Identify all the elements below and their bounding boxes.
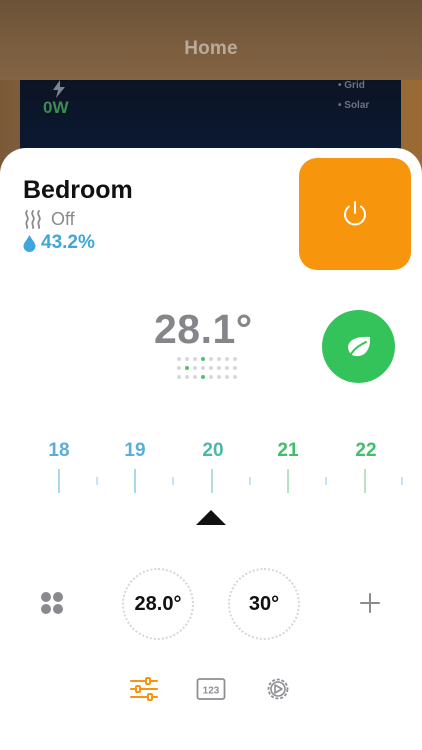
current-temperature: 28.1°: [154, 306, 253, 352]
setpoint-high-button[interactable]: 30°: [228, 568, 300, 640]
scale-pointer[interactable]: [196, 510, 226, 525]
background-title: Home: [184, 38, 238, 59]
tab-controls[interactable]: [129, 675, 159, 703]
legend-item-solar: • Solar: [338, 100, 370, 111]
humidity-readout: 43.2%: [23, 232, 95, 254]
tab-settings[interactable]: [263, 675, 293, 703]
settings-gear-icon: [267, 678, 289, 700]
legend-item-grid: • Grid: [338, 80, 365, 91]
hvac-mode-label: Off: [51, 208, 75, 229]
climate-sheet: Bedroom Off 43.2% 28.1° 18 19 20 21 22 2…: [0, 148, 422, 750]
power-button[interactable]: [299, 158, 411, 270]
scale-tick: [211, 469, 213, 493]
power-icon: [344, 201, 366, 226]
scale-tick: [287, 469, 289, 493]
scale-label-19: 19: [124, 440, 146, 461]
tab-numeric[interactable]: 123: [196, 675, 226, 703]
bolt-icon: [53, 80, 65, 98]
scale-tick: [401, 477, 403, 485]
scale-tick: [325, 477, 327, 485]
hvac-mode: Off: [23, 208, 75, 230]
scale-tick: [172, 477, 174, 485]
setpoint-low-button[interactable]: 28.0°: [122, 568, 194, 640]
scale-label-20: 20: [202, 440, 224, 461]
energy-legend: • Grid • Solar: [338, 80, 369, 120]
heat-waves-icon: [25, 210, 41, 229]
svg-text:123: 123: [203, 686, 220, 697]
scale-tick: [58, 469, 60, 493]
room-name: Bedroom: [23, 176, 133, 204]
scale-tick: [249, 477, 251, 485]
energy-power-value: 0W: [43, 98, 69, 117]
scale-label-21: 21: [277, 440, 299, 461]
four-dots-icon[interactable]: [40, 591, 64, 615]
scale-tick: [134, 469, 136, 493]
humidity-value: 43.2%: [41, 232, 95, 253]
scale-label-18: 18: [48, 440, 70, 461]
sliders-icon: [130, 677, 158, 701]
scale-label-22: 22: [355, 440, 377, 461]
leaf-icon: [347, 336, 370, 356]
water-drop-icon: [23, 234, 36, 252]
eco-mode-button[interactable]: [322, 310, 395, 383]
scale-tick: [96, 477, 98, 485]
numeric-keypad-icon: 123: [196, 678, 226, 700]
scale-tick: [364, 469, 366, 493]
activity-dots: [177, 357, 237, 381]
plus-icon[interactable]: [359, 592, 381, 614]
